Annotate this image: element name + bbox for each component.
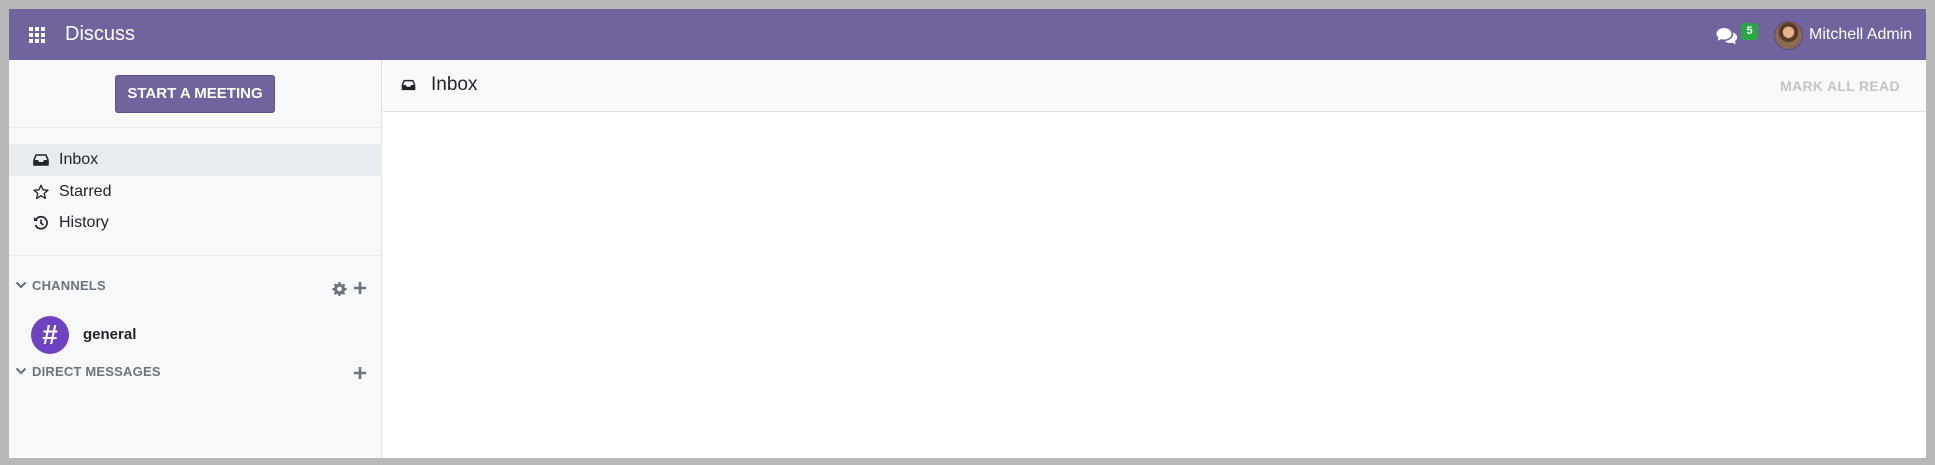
channels-header-label: CHANNELS (32, 278, 106, 293)
chevron-down-icon (15, 367, 27, 375)
channels-category[interactable]: CHANNELS (9, 275, 382, 297)
mark-all-read-button[interactable]: MARK ALL READ (1766, 69, 1914, 103)
unread-count-badge: 5 (1741, 23, 1758, 40)
add-direct-message-icon[interactable] (353, 366, 367, 380)
discuss-sidebar: START A MEETING Inbox Starred History CH… (9, 60, 382, 458)
start-meeting-button[interactable]: START A MEETING (115, 75, 275, 113)
top-navbar: Discuss 5 Mitchell Admin (9, 9, 1926, 60)
history-icon (34, 215, 48, 230)
direct-messages-header-label: DIRECT MESSAGES (32, 364, 161, 379)
thread-header: Inbox MARK ALL READ (383, 60, 1926, 112)
sidebar-item-history[interactable]: History (9, 207, 382, 239)
inbox-icon (401, 79, 416, 91)
user-avatar (1774, 20, 1803, 50)
direct-messages-category[interactable]: DIRECT MESSAGES (9, 361, 382, 383)
channel-name: general (83, 326, 137, 343)
user-menu[interactable]: Mitchell Admin (1774, 20, 1912, 50)
sidebar-item-label: Inbox (59, 151, 99, 168)
thread-view: Inbox MARK ALL READ (383, 60, 1926, 458)
app-title[interactable]: Discuss (65, 23, 135, 46)
user-name: Mitchell Admin (1809, 26, 1913, 43)
add-channel-icon[interactable] (353, 281, 367, 295)
apps-grid-icon[interactable] (29, 27, 47, 44)
sidebar-item-label: History (59, 214, 109, 231)
inbox-icon (33, 154, 49, 166)
star-icon (33, 184, 49, 200)
sidebar-divider (9, 255, 381, 256)
channel-avatar: # (31, 316, 69, 354)
comments-icon (1716, 28, 1738, 45)
sidebar-item-label: Starred (59, 183, 112, 200)
sidebar-divider (9, 127, 381, 128)
channel-item-general[interactable]: # general (9, 315, 382, 355)
sidebar-item-inbox[interactable]: Inbox (9, 144, 382, 176)
messaging-menu-button[interactable]: 5 (1716, 23, 1758, 49)
sidebar-item-starred[interactable]: Starred (9, 176, 382, 208)
thread-title: Inbox (431, 74, 478, 95)
discuss-window: Discuss 5 Mitchell Admin START A MEETING… (9, 9, 1926, 458)
gear-icon[interactable] (332, 281, 347, 296)
chevron-down-icon (15, 281, 27, 289)
